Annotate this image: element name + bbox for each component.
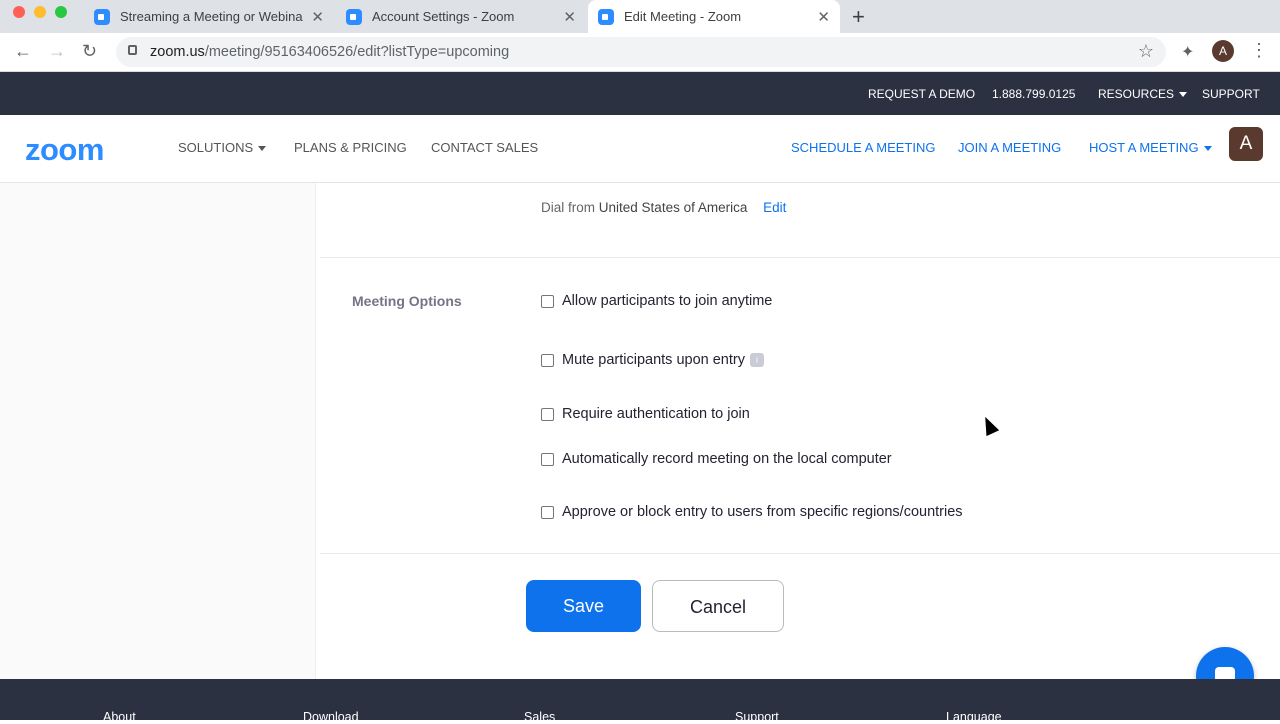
section-divider	[320, 553, 1280, 554]
solutions-menu[interactable]: SOLUTIONS	[178, 140, 267, 155]
request-demo-link[interactable]: REQUEST A DEMO	[868, 87, 975, 101]
zoom-top-bar: REQUEST A DEMO 1.888.799.0125 RESOURCES …	[0, 72, 1280, 115]
footer-download: Download	[303, 710, 359, 724]
footer-sales: Sales	[524, 710, 556, 724]
option-approve-block-regions[interactable]: Approve or block entry to users from spe…	[541, 504, 963, 520]
close-tab-icon[interactable]: ✕	[817, 8, 830, 26]
zoom-header: zoom SOLUTIONS PLANS & PRICING CONTACT S…	[0, 115, 1280, 183]
footer-language: Language	[946, 710, 1002, 724]
contact-sales-link[interactable]: CONTACT SALES	[431, 140, 538, 155]
option-require-authentication[interactable]: Require authentication to join	[541, 406, 750, 422]
back-icon[interactable]: ←	[14, 41, 32, 62]
zoom-logo[interactable]: zoom	[25, 132, 104, 168]
chevron-down-icon	[1203, 146, 1212, 152]
resources-label: RESOURCES	[1098, 87, 1175, 101]
left-sidebar	[0, 183, 316, 679]
browser-tab-bar: Streaming a Meeting or Webinar ✕ Account…	[0, 0, 1280, 33]
resources-menu[interactable]: RESOURCES	[1098, 87, 1188, 101]
footer-support: Support	[735, 710, 779, 724]
browser-tab-edit-meeting[interactable]: Edit Meeting - Zoom ✕	[588, 0, 840, 33]
browser-menu-icon[interactable]: ⋮	[1250, 40, 1268, 61]
checkbox[interactable]	[541, 353, 554, 367]
host-meeting-menu[interactable]: HOST A MEETING	[1089, 140, 1212, 155]
dial-from-row: Dial from United States of America Edit	[541, 200, 786, 215]
option-allow-join-anytime[interactable]: Allow participants to join anytime	[541, 293, 772, 309]
plans-pricing-link[interactable]: PLANS & PRICING	[294, 140, 407, 155]
option-label: Allow participants to join anytime	[562, 293, 773, 309]
bookmark-star-icon[interactable]: ☆	[1138, 41, 1154, 62]
minimize-window-icon[interactable]	[34, 6, 46, 18]
close-tab-icon[interactable]: ✕	[563, 8, 576, 26]
lock-icon	[128, 45, 137, 55]
checkbox[interactable]	[541, 407, 554, 421]
chevron-down-icon	[258, 146, 267, 152]
reload-icon[interactable]: ↻	[82, 41, 97, 62]
info-icon[interactable]: i	[749, 353, 764, 367]
address-bar[interactable]: zoom.us/meeting/95163406526/edit?listTyp…	[116, 37, 1166, 67]
section-divider	[320, 257, 1280, 258]
option-label: Automatically record meeting on the loca…	[562, 451, 892, 467]
option-label: Approve or block entry to users from spe…	[562, 504, 963, 520]
solutions-label: SOLUTIONS	[178, 140, 254, 155]
edit-dial-country-link[interactable]: Edit	[763, 200, 786, 215]
schedule-meeting-link[interactable]: SCHEDULE A MEETING	[791, 140, 935, 155]
user-avatar[interactable]: A	[1229, 127, 1263, 161]
browser-tab-streaming[interactable]: Streaming a Meeting or Webinar ✕	[84, 0, 334, 33]
new-tab-icon[interactable]: +	[852, 4, 865, 30]
zoom-favicon-icon	[346, 8, 362, 25]
zoom-favicon-icon	[598, 8, 614, 25]
footer-about: About	[103, 710, 136, 724]
browser-toolbar: ← → ↻ zoom.us/meeting/95163406526/edit?l…	[0, 33, 1280, 72]
option-label: Require authentication to join	[562, 406, 750, 422]
close-tab-icon[interactable]: ✕	[311, 8, 324, 26]
dial-country: United States of America	[598, 200, 748, 215]
support-link[interactable]: SUPPORT	[1202, 87, 1260, 101]
meeting-options-label: Meeting Options	[352, 293, 462, 309]
cancel-button[interactable]: Cancel	[652, 580, 784, 632]
browser-profile-avatar[interactable]: A	[1212, 40, 1234, 62]
forward-icon[interactable]: →	[48, 41, 66, 62]
checkbox[interactable]	[541, 294, 554, 308]
zoom-favicon-icon	[94, 8, 110, 25]
checkbox[interactable]	[541, 505, 554, 519]
phone-link[interactable]: 1.888.799.0125	[992, 87, 1075, 101]
option-label: Mute participants upon entry	[562, 352, 745, 368]
join-meeting-link[interactable]: JOIN A MEETING	[958, 140, 1061, 155]
checkbox[interactable]	[541, 452, 554, 466]
host-meeting-label: HOST A MEETING	[1089, 140, 1199, 155]
mouse-cursor-icon	[978, 413, 1000, 437]
maximize-window-icon[interactable]	[55, 6, 67, 18]
footer: About Download Sales Support Language	[0, 679, 1280, 724]
option-mute-upon-entry[interactable]: Mute participants upon entry i	[541, 352, 764, 368]
browser-tab-account-settings[interactable]: Account Settings - Zoom ✕	[336, 0, 586, 33]
tab-title: Edit Meeting - Zoom	[624, 9, 742, 24]
extensions-puzzle-icon[interactable]: ✦	[1181, 42, 1194, 62]
save-button[interactable]: Save	[526, 580, 641, 632]
dial-from-label: Dial from	[541, 200, 596, 215]
chevron-down-icon	[1179, 92, 1188, 98]
url-text: zoom.us/meeting/95163406526/edit?listTyp…	[150, 44, 510, 60]
tab-title: Streaming a Meeting or Webinar	[120, 9, 304, 24]
tab-title: Account Settings - Zoom	[372, 9, 515, 24]
close-window-icon[interactable]	[13, 6, 25, 18]
option-auto-record-local[interactable]: Automatically record meeting on the loca…	[541, 451, 892, 467]
